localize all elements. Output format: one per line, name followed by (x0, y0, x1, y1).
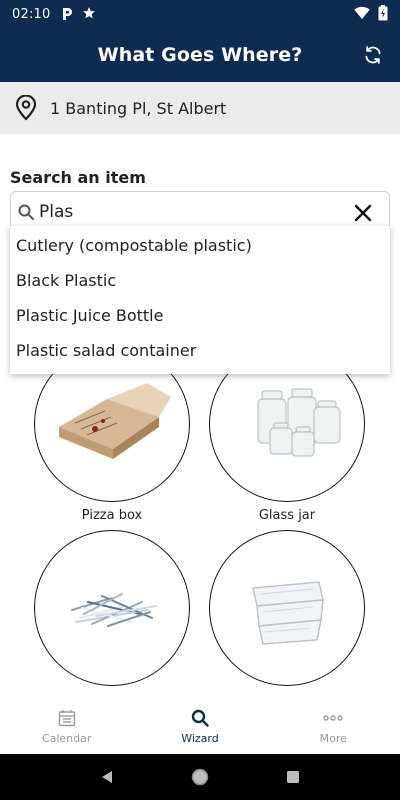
star-icon (82, 6, 96, 23)
close-icon[interactable] (351, 201, 375, 225)
app-header: What Goes Where? (0, 28, 400, 82)
battery-icon (378, 4, 388, 24)
system-nav-bar (0, 754, 400, 800)
suggestion-item[interactable]: Cutlery (compostable plastic) (10, 228, 390, 263)
location-pin-icon (14, 94, 38, 122)
tab-label: More (319, 732, 347, 745)
suggestion-list: Cutlery (compostable plastic) Black Plas… (10, 226, 390, 374)
address-bar[interactable]: 1 Banting Pl, St Albert (0, 82, 400, 134)
glass-jars-image (257, 388, 341, 457)
recents-icon[interactable] (281, 765, 305, 789)
page-title: What Goes Where? (97, 44, 303, 66)
status-bar: 02:10 (0, 0, 400, 28)
shredded-paper-image (71, 593, 157, 627)
pizza-box-image (59, 383, 171, 459)
item-card[interactable] (34, 530, 190, 692)
parking-app-icon (60, 7, 74, 21)
search-icon (189, 707, 211, 729)
search-input[interactable] (39, 202, 339, 222)
address-text: 1 Banting Pl, St Albert (50, 98, 227, 118)
system-status-icons (354, 4, 388, 24)
tab-wizard[interactable]: Wizard (133, 698, 266, 754)
status-time: 02:10 (12, 6, 51, 22)
calendar-icon (56, 707, 78, 729)
back-icon[interactable] (95, 765, 119, 789)
more-icon (322, 707, 344, 729)
tab-more[interactable]: More (267, 698, 400, 754)
item-card[interactable] (209, 530, 365, 692)
bottom-nav: Calendar Wizard More (0, 698, 400, 754)
suggestion-item[interactable]: Black Plastic (10, 263, 390, 298)
item-circle[interactable] (34, 530, 190, 686)
item-label: Pizza box (81, 508, 143, 523)
plastic-clamshell-image (252, 581, 324, 645)
search-icon (17, 203, 35, 221)
tab-label: Calendar (41, 732, 92, 745)
suggestion-item[interactable]: Plastic Juice Bottle (10, 298, 390, 333)
tab-label: Wizard (181, 732, 219, 745)
tab-calendar[interactable]: Calendar (0, 698, 133, 754)
search-label: Search an item (10, 168, 146, 187)
item-label: Glass jar (258, 508, 316, 523)
refresh-icon[interactable] (360, 42, 386, 68)
suggestion-item[interactable]: Plastic salad container (10, 333, 390, 368)
item-circle[interactable] (209, 530, 365, 686)
home-icon[interactable] (188, 765, 212, 789)
wifi-icon (354, 6, 370, 23)
